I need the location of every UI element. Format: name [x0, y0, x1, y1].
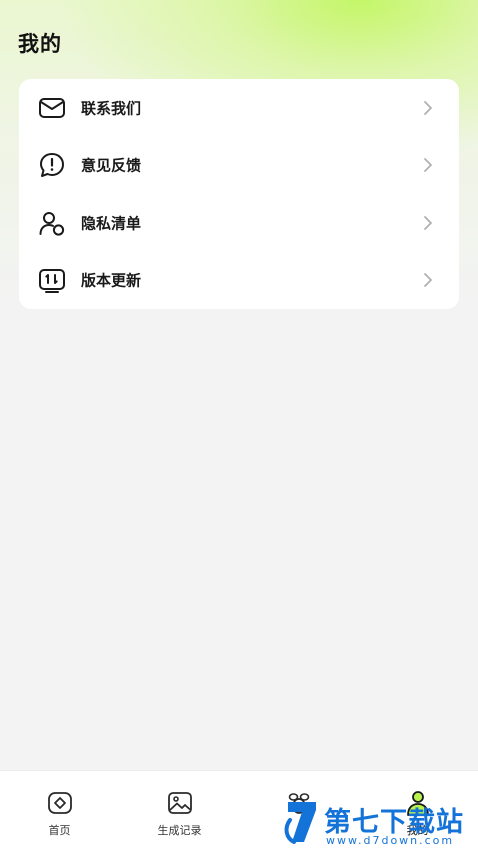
menu-item-update[interactable]: 版本更新 — [19, 251, 459, 309]
menu-item-label: 版本更新 — [81, 271, 142, 290]
watermark: 第七下载站 www.d7down.com — [280, 798, 478, 850]
menu-item-label: 联系我们 — [81, 99, 142, 118]
image-icon — [167, 792, 192, 814]
nav-item-records[interactable]: 生成记录 — [120, 771, 239, 851]
feedback-icon — [40, 153, 64, 177]
nav-label: 生成记录 — [157, 824, 202, 837]
page-title: 我的 — [18, 32, 62, 56]
menu-item-label: 意见反馈 — [81, 156, 142, 175]
menu-item-contact[interactable]: 联系我们 — [19, 79, 459, 137]
menu-item-privacy[interactable]: 隐私清单 — [19, 194, 459, 252]
chevron-right-icon — [424, 158, 432, 172]
update-icon — [39, 269, 65, 293]
chevron-right-icon — [424, 101, 432, 115]
watermark-url: www.d7down.com — [326, 834, 455, 847]
nav-label: 首页 — [48, 824, 71, 837]
menu-item-label: 隐私清单 — [81, 214, 142, 233]
mail-icon — [39, 98, 65, 118]
privacy-icon — [39, 212, 65, 236]
chevron-right-icon — [424, 273, 432, 287]
home-diamond-icon — [47, 792, 72, 814]
menu-item-feedback[interactable]: 意见反馈 — [19, 136, 459, 194]
nav-item-home[interactable]: 首页 — [0, 771, 119, 851]
chevron-right-icon — [424, 216, 432, 230]
menu-card: 联系我们 意见反馈 隐私清单 版本更新 — [19, 79, 459, 309]
watermark-logo-icon — [284, 802, 316, 844]
